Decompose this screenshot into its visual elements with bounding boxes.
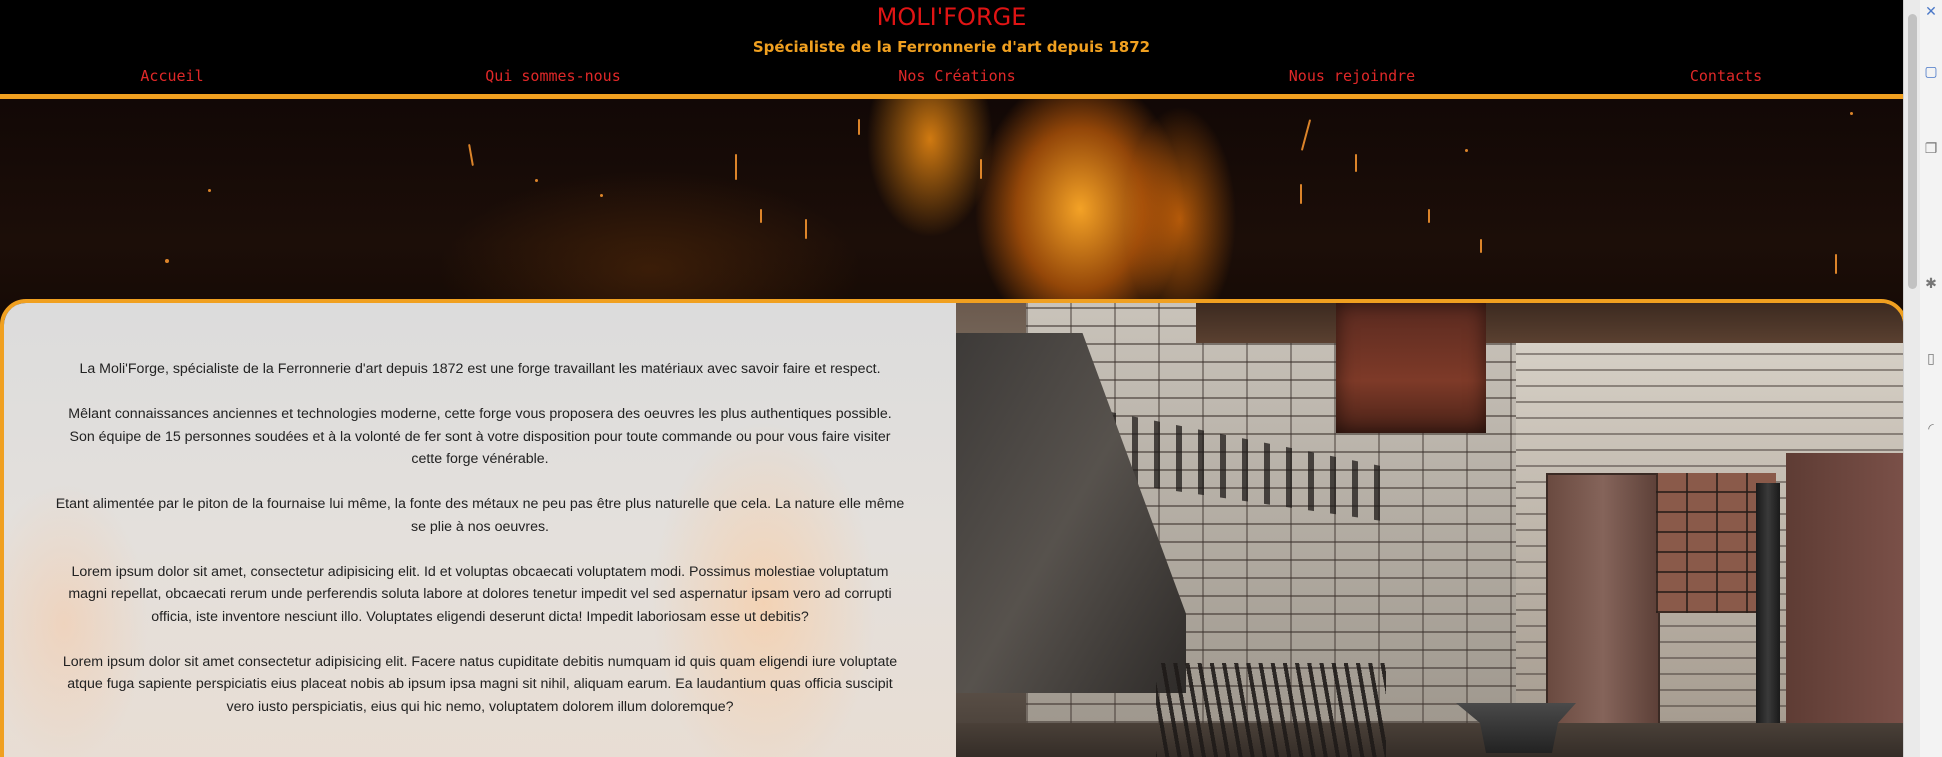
photo-floor (956, 723, 1903, 757)
main-nav: Accueil Qui sommes-nous Nos Créations No… (0, 64, 1903, 88)
sidebar-icon[interactable]: ▯ (1922, 350, 1940, 368)
intro-paragraph: Mêlant connaissances anciennes et techno… (68, 406, 892, 467)
page: MOLI'FORGE Spécialiste de la Ferronnerie… (0, 0, 1903, 757)
spark (1428, 209, 1430, 223)
nav-link-accueil[interactable]: Accueil (140, 64, 203, 88)
photo-drill-press (1756, 483, 1780, 757)
spark (468, 143, 474, 167)
photo-tall-cabinet (1786, 453, 1903, 753)
photo-ceiling-beam (1196, 303, 1903, 343)
spark (760, 209, 762, 223)
spark (1300, 184, 1302, 204)
scrollbar[interactable] (1903, 0, 1920, 757)
intro-paragraph: Etant alimentée par le piton de la fourn… (55, 496, 905, 535)
spark (1355, 154, 1357, 172)
nav-link-nous-rejoindre[interactable]: Nous rejoindre (1289, 64, 1415, 88)
copy-icon[interactable]: ❐ (1922, 140, 1940, 158)
intro-paragraph: Lorem ipsum dolor sit amet consectetur a… (62, 653, 898, 715)
browser-side-strip: ✕ ▢ ❐ ✱ ▯ ◜ (1903, 0, 1942, 757)
intro-text-column: La Moli'Forge, spécialiste de la Ferronn… (4, 303, 956, 757)
spark (1835, 254, 1837, 274)
site-tagline: Spécialiste de la Ferronnerie d'art depu… (752, 38, 1151, 56)
spark (1300, 119, 1312, 151)
forge-workshop-photo (956, 303, 1903, 757)
spark (858, 119, 860, 135)
settings-icon[interactable]: ✱ (1922, 275, 1940, 293)
loader-icon: ◜ (1928, 421, 1934, 437)
spark (735, 154, 737, 180)
nav-link-qui-sommes-nous[interactable]: Qui sommes-nous (485, 64, 620, 88)
spark (535, 179, 538, 182)
scrollbar-thumb[interactable] (1908, 14, 1917, 289)
spark (805, 219, 807, 239)
nav-link-nos-creations[interactable]: Nos Créations (898, 64, 1015, 88)
panel-icon[interactable]: ▢ (1922, 63, 1940, 81)
site-header: MOLI'FORGE Spécialiste de la Ferronnerie… (0, 0, 1903, 99)
content-panel: La Moli'Forge, spécialiste de la Ferronn… (0, 299, 1903, 757)
photo-tools-rack (1156, 663, 1386, 757)
spark (600, 194, 603, 197)
spark (1480, 239, 1482, 253)
spark (980, 159, 982, 179)
spark (208, 189, 211, 192)
spark (1465, 149, 1468, 152)
site-title: MOLI'FORGE (876, 3, 1027, 31)
intro-text: La Moli'Forge, spécialiste de la Ferronn… (54, 358, 906, 741)
intro-paragraph: La Moli'Forge, spécialiste de la Ferronn… (79, 361, 881, 377)
spark (165, 259, 169, 263)
intro-paragraph: Lorem ipsum dolor sit amet, consectetur … (68, 563, 892, 625)
spark (1850, 112, 1853, 115)
close-icon[interactable]: ✕ (1922, 3, 1940, 21)
photo-chimney (1336, 303, 1486, 433)
nav-link-contacts[interactable]: Contacts (1690, 64, 1762, 88)
